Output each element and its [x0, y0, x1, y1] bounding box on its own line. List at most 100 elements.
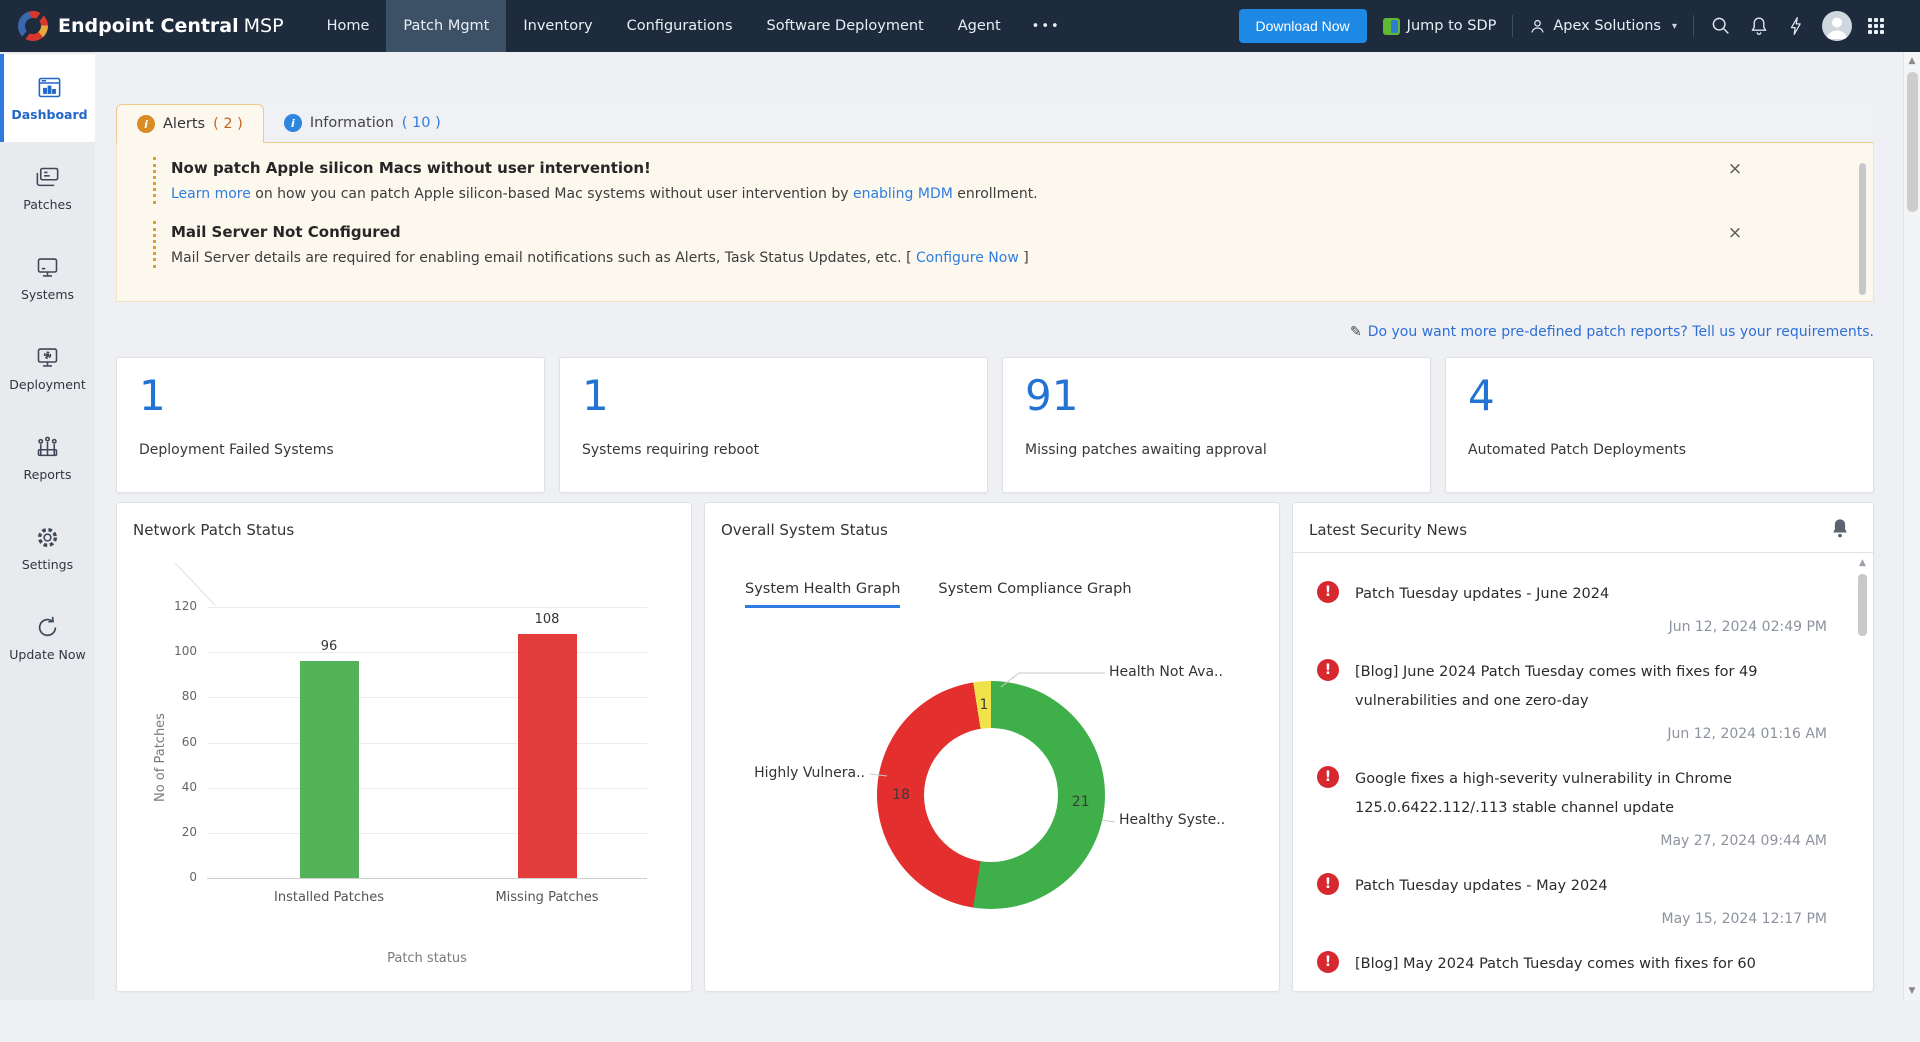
news-item: !Google fixes a high-severity vulnerabil…: [1317, 765, 1829, 849]
nav-item-home[interactable]: Home: [310, 0, 387, 52]
reports-icon: [34, 434, 61, 461]
news-date: Jun 12, 2024 01:16 AM: [1355, 726, 1827, 742]
x-axis-label: Patch status: [347, 951, 507, 966]
donut-callout-label: Highly Vulnera..: [705, 765, 865, 781]
bar-installed-patches[interactable]: [300, 661, 359, 878]
stat-label: Systems requiring reboot: [582, 442, 965, 458]
news-date: May 27, 2024 09:44 AM: [1355, 833, 1827, 849]
download-now-button[interactable]: Download Now: [1239, 9, 1367, 43]
sidebar-item-dashboard[interactable]: Dashboard: [0, 54, 95, 142]
divider: [1512, 15, 1513, 37]
tab-alerts[interactable]: i Alerts ( 2 ): [116, 104, 264, 143]
close-icon[interactable]: ×: [1725, 159, 1745, 179]
bell-icon[interactable]: [1829, 517, 1851, 541]
scroll-up-arrow[interactable]: ▲: [1904, 56, 1920, 66]
news-item: ![Blog] June 2024 Patch Tuesday comes wi…: [1317, 658, 1829, 742]
jump-to-sdp-link[interactable]: Jump to SDP: [1383, 18, 1497, 35]
tab-system-compliance-graph[interactable]: System Compliance Graph: [938, 581, 1131, 608]
top-navbar: Endpoint CentralMSP Home Patch Mgmt Inve…: [0, 0, 1920, 52]
lightning-icon[interactable]: [1786, 15, 1806, 37]
news-title-link[interactable]: [Blog] May 2024 Patch Tuesday comes with…: [1355, 950, 1800, 979]
configure-now-link[interactable]: Configure Now: [916, 250, 1019, 266]
information-info-icon: i: [284, 114, 302, 132]
nav-right-cluster: Download Now Jump to SDP Apex Solutions …: [1239, 9, 1920, 43]
systems-icon: [34, 254, 61, 281]
alerts-panel: i Alerts ( 2 ) i Information ( 10 ) Now …: [116, 104, 1874, 302]
donut-value-label: 1: [979, 697, 988, 713]
gear-icon: [34, 524, 61, 551]
patches-icon: [34, 164, 61, 191]
network-patch-status-card: Network Patch Status 02040608010012096In…: [116, 502, 692, 992]
stat-label: Missing patches awaiting approval: [1025, 442, 1408, 458]
alerts-body: Now patch Apple silicon Macs without use…: [116, 142, 1874, 302]
nav-item-configurations[interactable]: Configurations: [610, 0, 750, 52]
tab-system-health-graph[interactable]: System Health Graph: [745, 581, 900, 608]
sidebar-item-update-now[interactable]: Update Now: [0, 594, 95, 682]
chevron-down-icon: ▾: [1672, 21, 1677, 32]
stat-card-reboot-required[interactable]: 1 Systems requiring reboot: [559, 357, 988, 493]
news-title-link[interactable]: [Blog] June 2024 Patch Tuesday comes wit…: [1355, 658, 1800, 716]
nav-item-software-deployment[interactable]: Software Deployment: [750, 0, 941, 52]
scroll-down-arrow[interactable]: ▼: [1904, 986, 1920, 996]
card-title: Latest Security News: [1309, 521, 1467, 539]
tab-information[interactable]: i Information ( 10 ): [264, 104, 461, 142]
close-icon[interactable]: ×: [1725, 223, 1745, 243]
nav-more-button[interactable]: •••: [1018, 0, 1075, 52]
donut-callout-label: Health Not Ava..: [1109, 664, 1223, 680]
donut-value-label: 21: [1072, 794, 1090, 810]
news-title-link[interactable]: Google fixes a high-severity vulnerabili…: [1355, 765, 1800, 823]
alert-circle-icon: !: [1317, 581, 1339, 603]
scroll-thumb[interactable]: [1858, 574, 1867, 636]
news-title-link[interactable]: Patch Tuesday updates - May 2024: [1355, 872, 1800, 901]
y-tick-label: 0: [137, 870, 197, 884]
nav-item-agent[interactable]: Agent: [941, 0, 1018, 52]
alert-text: Mail Server details are required for ena…: [171, 250, 1793, 266]
bar-missing-patches[interactable]: [518, 634, 577, 878]
sidebar-item-patches[interactable]: Patches: [0, 144, 95, 232]
gridline: [207, 743, 647, 744]
stat-card-automated-deployments[interactable]: 4 Automated Patch Deployments: [1445, 357, 1874, 493]
y-axis-label: No of Patches: [153, 653, 168, 863]
alert-item: Now patch Apple silicon Macs without use…: [153, 157, 1793, 204]
sidebar-item-systems[interactable]: Systems: [0, 234, 95, 322]
alert-circle-icon: !: [1317, 951, 1339, 973]
news-scrollbar[interactable]: ▲: [1856, 558, 1869, 987]
stat-label: Deployment Failed Systems: [139, 442, 522, 458]
news-title-link[interactable]: Patch Tuesday updates - June 2024: [1355, 580, 1800, 609]
system-status-tabs: System Health Graph System Compliance Gr…: [745, 581, 1132, 608]
search-icon[interactable]: [1710, 15, 1732, 37]
apps-grid-icon[interactable]: [1868, 18, 1884, 34]
nav-item-patch-mgmt[interactable]: Patch Mgmt: [386, 0, 506, 52]
stat-value: 4: [1468, 372, 1851, 420]
account-menu[interactable]: Apex Solutions ▾: [1529, 18, 1677, 35]
dashboard-icon: [36, 74, 63, 101]
predefined-reports-link[interactable]: ✎Do you want more pre-defined patch repo…: [1350, 324, 1874, 340]
bar-value-label: 108: [507, 612, 587, 627]
stat-card-deployment-failed[interactable]: 1 Deployment Failed Systems: [116, 357, 545, 493]
x-category-label: Missing Patches: [467, 890, 627, 905]
donut-value-label: 18: [892, 787, 910, 803]
sidebar-item-reports[interactable]: Reports: [0, 414, 95, 502]
alerts-scrollbar[interactable]: [1859, 163, 1866, 295]
page-scrollbar[interactable]: ▲ ▼: [1903, 52, 1920, 1000]
stat-card-missing-patches[interactable]: 91 Missing patches awaiting approval: [1002, 357, 1431, 493]
brand: Endpoint CentralMSP: [0, 11, 310, 41]
gridline: [207, 833, 647, 834]
enabling-mdm-link[interactable]: enabling MDM: [853, 186, 953, 202]
news-date: Jun 12, 2024 02:49 PM: [1355, 619, 1827, 635]
nav-menu: Home Patch Mgmt Inventory Configurations…: [310, 0, 1075, 52]
scroll-thumb[interactable]: [1907, 72, 1918, 212]
refresh-icon: [34, 614, 61, 641]
stat-value: 91: [1025, 372, 1408, 420]
main-content: i Alerts ( 2 ) i Information ( 10 ) Now …: [95, 52, 1920, 1000]
user-avatar[interactable]: [1822, 11, 1852, 41]
stat-value: 1: [139, 372, 522, 420]
learn-more-link[interactable]: Learn more: [171, 186, 251, 202]
nav-item-inventory[interactable]: Inventory: [506, 0, 609, 52]
sidebar: Dashboard Patches Systems Deployment Rep…: [0, 52, 95, 1000]
gridline: [207, 697, 647, 698]
scroll-up-arrow[interactable]: ▲: [1856, 558, 1869, 568]
sidebar-item-deployment[interactable]: Deployment: [0, 324, 95, 412]
sidebar-item-settings[interactable]: Settings: [0, 504, 95, 592]
announcements-icon[interactable]: [1748, 15, 1770, 37]
